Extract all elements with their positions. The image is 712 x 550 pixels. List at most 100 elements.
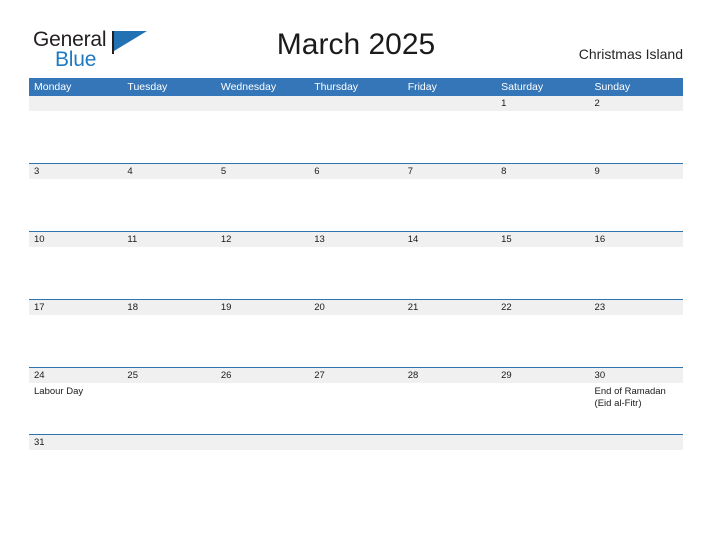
day-number[interactable]: 13 [309, 232, 402, 247]
day-cell[interactable] [29, 247, 122, 299]
day-cell[interactable] [309, 247, 402, 299]
day-number[interactable]: 6 [309, 164, 402, 179]
day-number[interactable]: 17 [29, 300, 122, 315]
day-of-week-monday: Monday [34, 81, 72, 93]
event-band [29, 315, 683, 367]
day-number[interactable]: 25 [122, 368, 215, 383]
day-number [216, 96, 309, 111]
day-cell [403, 111, 496, 163]
day-cell[interactable] [590, 315, 683, 367]
day-cell [216, 111, 309, 163]
day-cell[interactable] [216, 179, 309, 231]
day-cell[interactable] [216, 247, 309, 299]
day-number [216, 435, 309, 450]
day-number[interactable]: 14 [403, 232, 496, 247]
day-number [122, 435, 215, 450]
day-cell[interactable] [216, 383, 309, 434]
day-cell[interactable] [496, 179, 589, 231]
event-label: (Eid al-Fitr) [594, 398, 642, 409]
day-cell[interactable] [122, 179, 215, 231]
event-band [29, 111, 683, 163]
day-cell[interactable] [496, 315, 589, 367]
day-number[interactable]: 18 [122, 300, 215, 315]
day-number[interactable]: 11 [122, 232, 215, 247]
day-number-band: 17 18 19 20 21 22 23 [29, 300, 683, 315]
day-number[interactable]: 23 [590, 300, 683, 315]
day-of-week-tuesday: Tuesday [127, 81, 168, 93]
day-number [309, 435, 402, 450]
day-of-week-wednesday: Wednesday [220, 81, 277, 93]
day-number-band: 31 [29, 435, 683, 450]
day-number[interactable]: 21 [403, 300, 496, 315]
day-cell[interactable] [590, 111, 683, 163]
day-of-week-header-row: Monday Tuesday Wednesday Thursday Friday… [29, 78, 683, 96]
day-cell[interactable] [122, 247, 215, 299]
day-number [29, 96, 122, 111]
day-cell[interactable] [496, 383, 589, 434]
day-number[interactable]: 8 [496, 164, 589, 179]
day-cell[interactable] [496, 111, 589, 163]
day-of-week-thursday: Thursday [314, 81, 359, 93]
day-number[interactable]: 29 [496, 368, 589, 383]
day-number-band: 24 25 26 27 28 29 30 [29, 368, 683, 383]
day-number[interactable]: 1 [496, 96, 589, 111]
day-cell[interactable]: End of Ramadan (Eid al-Fitr) [590, 383, 683, 434]
day-cell[interactable] [403, 179, 496, 231]
day-number[interactable]: 20 [309, 300, 402, 315]
day-number[interactable]: 31 [29, 435, 122, 450]
day-cell[interactable] [309, 383, 402, 434]
day-cell[interactable] [29, 450, 122, 466]
day-number-band: 10 11 12 13 14 15 16 [29, 232, 683, 247]
day-number [590, 435, 683, 450]
day-number[interactable]: 16 [590, 232, 683, 247]
day-number [309, 96, 402, 111]
event-label: End of Ramadan [594, 386, 666, 397]
day-cell[interactable] [29, 179, 122, 231]
day-number [403, 96, 496, 111]
event-band: Labour Day End of Ramadan (Eid al-Fitr) [29, 383, 683, 434]
day-cell[interactable] [403, 247, 496, 299]
day-number[interactable]: 27 [309, 368, 402, 383]
day-number[interactable]: 10 [29, 232, 122, 247]
calendar-week-row: 3456789 [29, 163, 683, 231]
day-cell[interactable] [29, 315, 122, 367]
day-number[interactable]: 22 [496, 300, 589, 315]
day-number[interactable]: 12 [216, 232, 309, 247]
day-number[interactable]: 9 [590, 164, 683, 179]
day-cell [403, 450, 496, 466]
day-number[interactable]: 26 [216, 368, 309, 383]
day-cell[interactable] [590, 179, 683, 231]
day-cell[interactable] [403, 315, 496, 367]
day-number[interactable]: 7 [403, 164, 496, 179]
day-cell [309, 111, 402, 163]
day-number-band: 12 [29, 96, 683, 111]
day-cell[interactable] [122, 383, 215, 434]
day-cell[interactable] [403, 383, 496, 434]
day-number[interactable]: 4 [122, 164, 215, 179]
day-cell [590, 450, 683, 466]
day-cell[interactable] [496, 247, 589, 299]
day-cell[interactable] [122, 315, 215, 367]
day-number[interactable]: 19 [216, 300, 309, 315]
day-number[interactable]: 30 [590, 368, 683, 383]
event-band [29, 247, 683, 299]
day-cell[interactable]: Labour Day [29, 383, 122, 434]
calendar-page: General Blue March 2025 Christmas Island… [0, 0, 712, 550]
day-cell [122, 111, 215, 163]
day-number[interactable]: 5 [216, 164, 309, 179]
day-number[interactable]: 2 [590, 96, 683, 111]
calendar-week-row: 24 25 26 27 28 29 30 Labour Day End of Ramadan (E… [29, 367, 683, 434]
day-cell[interactable] [309, 179, 402, 231]
day-cell[interactable] [590, 247, 683, 299]
day-number[interactable]: 28 [403, 368, 496, 383]
day-cell[interactable] [216, 315, 309, 367]
day-number[interactable]: 3 [29, 164, 122, 179]
day-number[interactable]: 24 [29, 368, 122, 383]
day-number [403, 435, 496, 450]
day-cell[interactable] [309, 315, 402, 367]
day-cell [122, 450, 215, 466]
day-number-band: 3456789 [29, 164, 683, 179]
day-cell [496, 450, 589, 466]
day-number[interactable]: 15 [496, 232, 589, 247]
calendar-week-row: 17 18 19 20 21 22 23 [29, 299, 683, 367]
